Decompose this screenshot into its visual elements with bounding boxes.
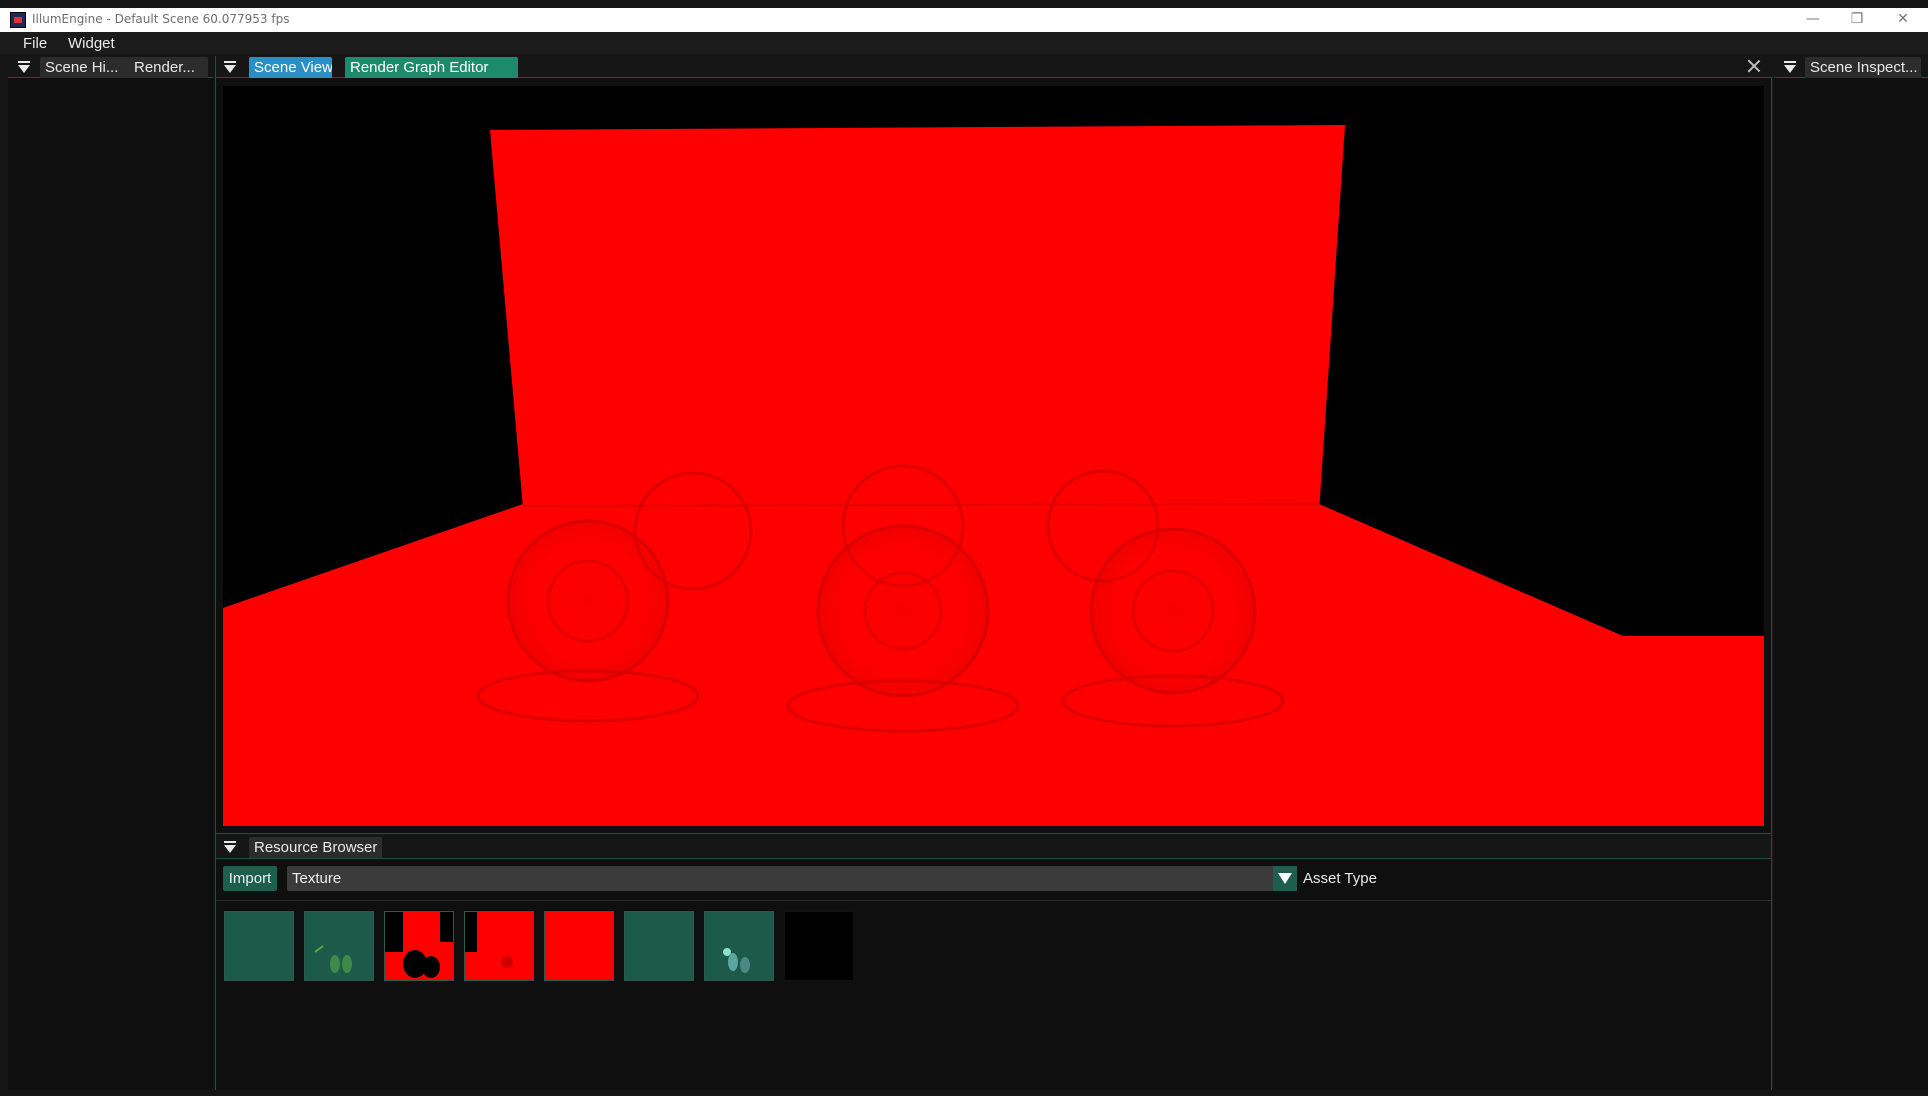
restore-button[interactable]: ❐ [1834,8,1880,32]
scene-viewport[interactable] [223,86,1764,826]
texture-thumb-3[interactable] [384,911,454,981]
panel-menu-icon[interactable] [223,60,237,74]
editor-window: IllumEngine - Default Scene 60.077953 fp… [0,0,1928,1096]
asset-type-label: Asset Type [1303,870,1377,887]
divider [216,900,1771,901]
tab-resource-browser[interactable]: Resource Browser [249,837,382,858]
texture-thumb-5[interactable] [544,911,614,981]
texture-thumb-6[interactable] [624,911,694,981]
right-tab-bar: Scene Inspect... [1774,56,1928,78]
import-button[interactable]: Import [223,866,277,891]
panel-menu-icon[interactable] [17,60,31,74]
asset-type-select[interactable]: Texture [287,866,1297,891]
menu-file[interactable]: File [23,35,47,52]
right-panel: Scene Inspect... [1774,56,1928,1090]
tab-render-graph-editor[interactable]: Render Graph Editor [345,57,518,78]
thumb-image [385,912,453,978]
texture-thumb-4[interactable] [464,911,534,981]
title-bar[interactable]: IllumEngine - Default Scene 60.077953 fp… [0,8,1928,32]
thumb-image [723,948,750,973]
minimize-button[interactable]: — [1790,8,1836,32]
app-icon [10,12,26,28]
menu-widget[interactable]: Widget [68,35,115,52]
back-wall [490,125,1345,512]
left-panel: Scene Hi... Render... [8,56,213,1090]
tab-scene-inspector[interactable]: Scene Inspect... [1805,57,1921,78]
menu-bar: File Widget [0,32,1928,54]
texture-thumb-7[interactable] [704,911,774,981]
window-title: IllumEngine - Default Scene 60.077953 fp… [32,12,290,26]
close-window-button[interactable]: ✕ [1880,8,1926,32]
texture-thumb-2[interactable] [304,911,374,981]
asset-type-value: Texture [292,870,342,887]
panel-menu-icon[interactable] [1783,60,1797,74]
close-icon[interactable] [1746,58,1762,74]
texture-thumb-8[interactable] [784,911,854,981]
thumb-image [314,945,352,973]
resource-browser-tab-bar: Resource Browser [216,833,1771,859]
floor-plane [223,504,1764,826]
tab-render[interactable]: Render... [129,57,208,78]
scene-render [223,125,1764,826]
thumb-image [465,912,513,968]
tab-scene-view[interactable]: Scene View [249,57,332,78]
panel-menu-icon[interactable] [223,840,237,854]
chevron-down-icon[interactable] [1273,866,1297,891]
left-tab-bar: Scene Hi... Render... [8,56,213,78]
center-tab-bar: Scene View Render Graph Editor [216,56,1773,78]
texture-thumb-1[interactable] [224,911,294,981]
tab-scene-hierarchy[interactable]: Scene Hi... [40,57,130,78]
